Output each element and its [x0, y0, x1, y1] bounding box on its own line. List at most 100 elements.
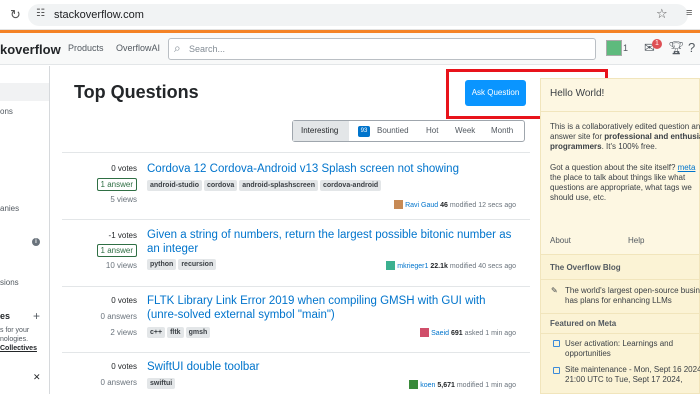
tag[interactable]: c++	[147, 327, 166, 338]
meta-item-2-line-1[interactable]: Site maintenance - Mon, Sept 16 2024	[565, 365, 700, 375]
vote-count: 0 votes	[111, 164, 137, 173]
user-avatar[interactable]	[394, 200, 404, 209]
user-name[interactable]: koen	[420, 382, 435, 389]
tag[interactable]: android-splashscreen	[239, 180, 318, 191]
vote-count: 0 votes	[111, 296, 137, 305]
overflow-blog-box: The Overflow Blog ✎ The world's largest …	[540, 254, 700, 394]
intro-bold: programmers	[550, 142, 602, 151]
tag[interactable]: android-studio	[147, 180, 202, 191]
tab-week[interactable]: Week	[455, 126, 475, 135]
close-icon[interactable]: ✕	[33, 372, 41, 383]
meta-item-1-line-2[interactable]: opportunities	[565, 349, 611, 359]
left-nav-item-questions[interactable]: ons	[0, 107, 13, 116]
tag-list: c++ fltk gmsh	[147, 327, 212, 338]
help-link[interactable]: Help	[628, 236, 644, 245]
question-row: 0 votes 1 answer 5 views Cordova 12 Cord…	[62, 152, 530, 224]
tag[interactable]: python	[147, 259, 177, 270]
meta-line-1: Got a question about the site itself? me…	[550, 163, 700, 173]
about-link[interactable]: About	[550, 236, 571, 245]
tab-hot[interactable]: Hot	[426, 126, 438, 135]
meta-line-4: should use, etc.	[550, 193, 607, 202]
divider	[541, 111, 700, 112]
left-nav-item-discussions[interactable]: sions	[0, 278, 19, 287]
question-time[interactable]: modified 12 secs ago	[450, 202, 516, 209]
divider	[541, 333, 700, 334]
tab-month[interactable]: Month	[491, 126, 513, 135]
info-icon[interactable]: i	[32, 238, 40, 246]
meta-item-1-line-1[interactable]: User activation: Learnings and	[565, 339, 673, 349]
url-text[interactable]: stackoverflow.com	[54, 9, 144, 21]
meta-header: Featured on Meta	[550, 319, 617, 328]
help-icon[interactable]: ?	[688, 40, 695, 55]
tag[interactable]: cordova	[204, 180, 238, 191]
view-count: 5 views	[110, 195, 137, 204]
bookmark-star-icon[interactable]: ☆	[656, 6, 668, 22]
tag[interactable]: gmsh	[185, 327, 211, 338]
ask-question-button[interactable]: Ask Question	[465, 80, 526, 106]
hello-world-title: Hello World!	[550, 88, 605, 99]
left-nav-selected[interactable]	[0, 83, 49, 101]
search-input[interactable]: ⌕ Search...	[168, 38, 596, 60]
question-time[interactable]: asked 1 min ago	[465, 330, 516, 337]
question-time[interactable]: modified 40 secs ago	[450, 263, 516, 270]
nav-overflowai[interactable]: OverflowAI	[116, 43, 160, 53]
user-reputation: 22.1k	[430, 263, 448, 270]
tag[interactable]: swiftui	[147, 378, 176, 389]
user-name[interactable]: mkrieger1	[397, 263, 428, 270]
user-name[interactable]: Ravi Gaud	[405, 202, 438, 209]
intro-text: . It's 100% free.	[601, 142, 657, 151]
view-count: 2 views	[110, 328, 137, 337]
vote-count: -1 votes	[108, 231, 137, 240]
browser-toolbar: ↻ ☷ stackoverflow.com ☆ ≡	[0, 0, 700, 30]
blog-item-line-1[interactable]: The world's largest open-source busin	[565, 286, 700, 296]
user-avatar[interactable]	[420, 328, 430, 337]
meta-link[interactable]: meta	[678, 163, 696, 172]
collectives-link[interactable]: Collectives	[0, 345, 37, 352]
question-title[interactable]: SwiftUI double toolbar	[147, 360, 517, 374]
left-nav-item-companies[interactable]: anies	[0, 204, 19, 213]
user-name[interactable]: Saeid	[431, 330, 449, 337]
tag[interactable]: recursion	[178, 259, 217, 270]
question-meta: koen 5,671 modified 1 min ago	[409, 380, 516, 389]
answer-count: 0 answers	[100, 312, 137, 321]
question-time[interactable]: modified 1 min ago	[457, 382, 516, 389]
question-title[interactable]: FLTK Library Link Error 2019 when compil…	[147, 294, 517, 322]
add-collective-icon[interactable]: +	[33, 309, 40, 323]
tab-bountied[interactable]: Bountied	[377, 126, 409, 135]
site-info-icon[interactable]: ☷	[36, 8, 45, 19]
question-row: 0 votes 0 answers SwiftUI double toolbar…	[62, 352, 530, 394]
avatar[interactable]	[606, 40, 622, 56]
answer-count: 1 answer	[96, 244, 137, 257]
user-avatar[interactable]	[409, 380, 419, 389]
tag[interactable]: cordova-android	[319, 180, 382, 191]
question-title[interactable]: Given a string of numbers, return the la…	[147, 228, 517, 256]
meta-item-icon	[553, 367, 560, 374]
site-header: koverflow Products OverflowAI ⌕ Search..…	[0, 33, 700, 65]
user-avatar[interactable]	[386, 261, 396, 270]
blog-item-line-2[interactable]: has plans for enhancing LLMs	[565, 296, 672, 306]
meta-item-2-line-2[interactable]: 21:00 UTC to Tue, Sept 17 2024,	[565, 375, 682, 385]
divider	[541, 279, 700, 280]
extensions-icon[interactable]: ≡	[686, 7, 692, 19]
tab-interesting[interactable]: Interesting	[301, 126, 338, 135]
inbox-badge: 1	[652, 39, 662, 49]
question-title[interactable]: Cordova 12 Cordova-Android v13 Splash sc…	[147, 162, 517, 176]
meta-line-3: questions are appropriate, what tags we	[550, 183, 692, 192]
user-reputation: 691	[450, 330, 463, 337]
user-reputation: 46	[440, 202, 448, 209]
meta-line-2: the place to talk about things like what	[550, 173, 686, 182]
meta-item-icon	[553, 340, 560, 347]
nav-products[interactable]: Products	[68, 43, 104, 53]
question-row: 0 votes 0 answers 2 views FLTK Library L…	[62, 286, 530, 352]
trophy-icon[interactable]: 🏆︎	[668, 40, 685, 56]
intro-text: answer site for	[550, 132, 605, 141]
meta-text: Got a question about the site itself?	[550, 163, 678, 172]
tag[interactable]: fltk	[167, 327, 184, 338]
main-content: Top Questions Ask Question Interesting 9…	[62, 66, 608, 394]
divider	[541, 313, 700, 314]
site-logo[interactable]: koverflow	[0, 42, 61, 57]
intro-line-2: answer site for professional and enthusi…	[550, 132, 700, 142]
reload-icon[interactable]: ↻	[10, 7, 21, 23]
reputation-count: 1	[623, 43, 629, 53]
bountied-count-badge: 93	[358, 126, 370, 137]
